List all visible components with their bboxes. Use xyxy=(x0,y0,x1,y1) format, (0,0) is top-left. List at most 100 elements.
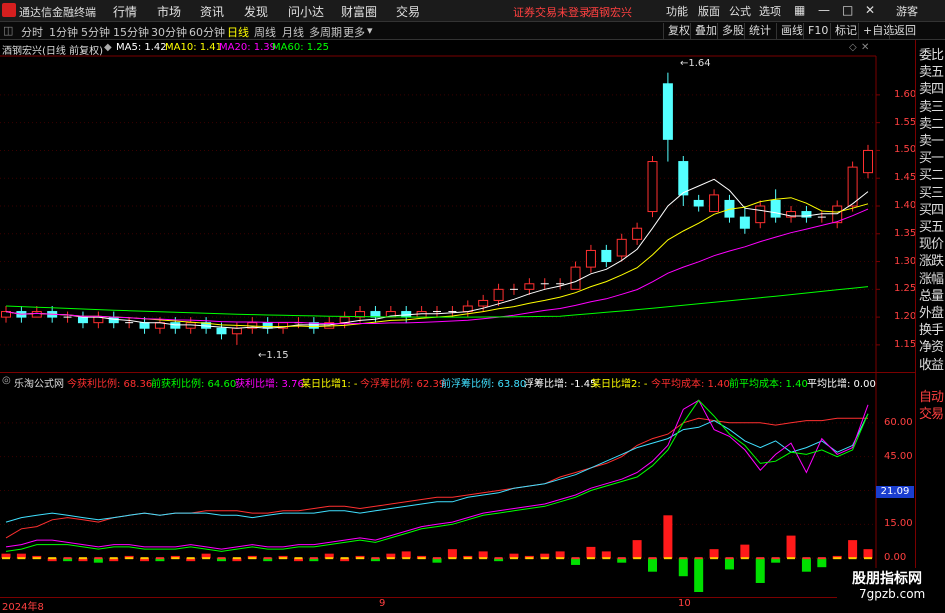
side-panel-item[interactable]: 买四 xyxy=(919,199,944,218)
period-tab-60min[interactable]: 60分钟 xyxy=(189,24,225,40)
side-panel-item[interactable]: 买三 xyxy=(919,182,944,201)
indicator-zero-mark xyxy=(402,557,411,560)
indicator-zero-mark xyxy=(48,557,57,560)
menu-news[interactable]: 资讯 xyxy=(200,3,224,20)
indicator-field: 前平均成本: 1.40 xyxy=(729,379,808,390)
mark-button[interactable]: 标记 xyxy=(830,23,857,39)
indicator-zero-mark xyxy=(725,557,734,560)
menu-quotes[interactable]: 行情 xyxy=(113,3,137,20)
guest-label[interactable]: 游客 xyxy=(896,3,918,19)
indicator-bar xyxy=(601,551,611,559)
indicator-zero-mark xyxy=(63,557,72,560)
f10-button[interactable]: F10 xyxy=(803,23,828,39)
menu-formula[interactable]: 公式 xyxy=(729,3,751,19)
price-tick-label: 1.35 xyxy=(894,227,917,239)
indicator-zero-mark xyxy=(817,557,826,560)
indicator-bar xyxy=(709,549,719,559)
indicator-zero-mark xyxy=(186,557,195,560)
date-label: 9 xyxy=(379,598,386,609)
indicator-field: 前获利比例: 64.60 xyxy=(151,379,237,390)
indicator-zero-mark xyxy=(32,557,41,560)
menu-wealth-circle[interactable]: 财富圈 xyxy=(341,3,377,20)
side-panel-item[interactable]: 买一 xyxy=(919,147,944,166)
side-panel-item[interactable]: 净资 xyxy=(919,336,944,355)
side-panel-item[interactable]: 换手 xyxy=(919,319,944,338)
period-tab-1min[interactable]: 1分钟 xyxy=(49,24,78,40)
indicator-field: 今获利比例: 68.36 xyxy=(67,379,153,390)
close-icon[interactable]: ✕ xyxy=(865,3,875,17)
side-panel-item[interactable]: 买五 xyxy=(919,216,944,235)
period-tab-intraday[interactable]: 分时 xyxy=(21,24,43,40)
period-tab-daily[interactable]: 日线 xyxy=(227,24,249,40)
candle-body xyxy=(678,161,689,196)
side-panel-item[interactable]: 现价 xyxy=(919,233,944,252)
candle-body xyxy=(863,149,873,174)
indicator-zero-mark xyxy=(109,557,118,560)
indicator-toggle-icon[interactable]: ◎ xyxy=(2,375,11,386)
candle-body xyxy=(709,194,720,213)
maximize-icon[interactable]: □ xyxy=(842,3,853,17)
skin-icon[interactable]: ▦ xyxy=(794,3,805,17)
candle-body xyxy=(647,161,658,213)
indicator-bar xyxy=(801,558,811,572)
indicator-field: 今浮筹比例: 62.39 xyxy=(360,379,446,390)
period-tab-15min[interactable]: 15分钟 xyxy=(113,24,149,40)
side-panel-item[interactable]: 卖三 xyxy=(919,96,944,115)
multi-stock-button[interactable]: 多股 xyxy=(717,23,744,39)
side-panel-item[interactable]: 涨幅 xyxy=(919,268,944,287)
side-panel-item[interactable]: 买二 xyxy=(919,164,944,183)
menu-market[interactable]: 市场 xyxy=(157,3,181,20)
side-panel-item[interactable]: 委比 xyxy=(919,44,944,63)
menu-discover[interactable]: 发现 xyxy=(244,3,268,20)
period-tab-5min[interactable]: 5分钟 xyxy=(81,24,110,40)
menu-ask-xiaoda[interactable]: 问小达 xyxy=(288,3,324,20)
price-tick-label: 1.15 xyxy=(894,338,917,350)
indicator-bar xyxy=(863,549,873,559)
indicator-name[interactable]: 乐淘公式网 xyxy=(14,375,64,390)
candle-body xyxy=(739,216,750,229)
period-tab-more[interactable]: 更多 xyxy=(343,24,365,40)
indicator-tick-label: 45.00 xyxy=(884,450,913,462)
overlay-button[interactable]: 叠加 xyxy=(690,23,717,39)
statistics-button[interactable]: 统计 xyxy=(744,23,771,39)
side-panel-item[interactable]: 外盘 xyxy=(919,302,944,321)
side-panel-item[interactable]: 涨跌 xyxy=(919,250,944,269)
side-panel-item[interactable]: 收益 xyxy=(919,354,944,373)
draw-line-button[interactable]: 画线 xyxy=(776,23,803,39)
indicator-zero-mark xyxy=(494,557,503,560)
period-tab-weekly[interactable]: 周线 xyxy=(254,24,276,40)
restore-rights-button[interactable]: 复权 xyxy=(663,23,690,39)
candle-body xyxy=(616,238,627,257)
indicator-zero-mark xyxy=(217,557,226,560)
back-button[interactable]: 返回 xyxy=(889,23,916,39)
side-panel-item[interactable]: 卖二 xyxy=(919,113,944,132)
side-panel-item[interactable]: 卖五 xyxy=(919,61,944,80)
indicator-zero-mark xyxy=(140,557,149,560)
candle-body xyxy=(632,227,643,240)
period-tab-multi[interactable]: 多周期 xyxy=(309,24,342,40)
kline-chart[interactable] xyxy=(0,40,915,597)
indicator-zero-mark xyxy=(648,557,657,560)
minimize-icon[interactable]: — xyxy=(818,3,830,17)
date-axis[interactable]: 2024年8 9 10 xyxy=(0,597,876,613)
side-panel-item[interactable]: 卖一 xyxy=(919,130,944,149)
menu-function[interactable]: 功能 xyxy=(666,3,688,19)
period-tab-monthly[interactable]: 月线 xyxy=(282,24,304,40)
side-panel-item[interactable]: 卖四 xyxy=(919,78,944,97)
stock-badge[interactable]: 酒钢宏兴 xyxy=(588,4,632,20)
toggle-panel-icon[interactable]: ◫ xyxy=(3,24,13,37)
side-panel-item[interactable]: 交易 xyxy=(919,403,944,422)
menu-layout[interactable]: 版面 xyxy=(698,3,720,19)
menu-options[interactable]: 选项 xyxy=(759,3,781,19)
title-bar: 通达信金融终端 行情 市场 资讯 发现 问小达 财富圈 交易 证券交易未登录 酒… xyxy=(0,0,945,22)
indicator-zero-mark xyxy=(540,557,549,560)
indicator-zero-mark xyxy=(263,557,272,560)
app-logo-icon xyxy=(2,3,16,17)
side-panel-item[interactable]: 总量 xyxy=(919,285,944,304)
menu-trade[interactable]: 交易 xyxy=(396,3,420,20)
candle-body xyxy=(570,266,581,290)
watermark-name: 股朋指标网 xyxy=(852,571,922,587)
login-notice[interactable]: 证券交易未登录 xyxy=(513,4,590,20)
period-tab-30min[interactable]: 30分钟 xyxy=(151,24,187,40)
dropdown-arrow-icon[interactable]: ▾ xyxy=(367,24,373,37)
